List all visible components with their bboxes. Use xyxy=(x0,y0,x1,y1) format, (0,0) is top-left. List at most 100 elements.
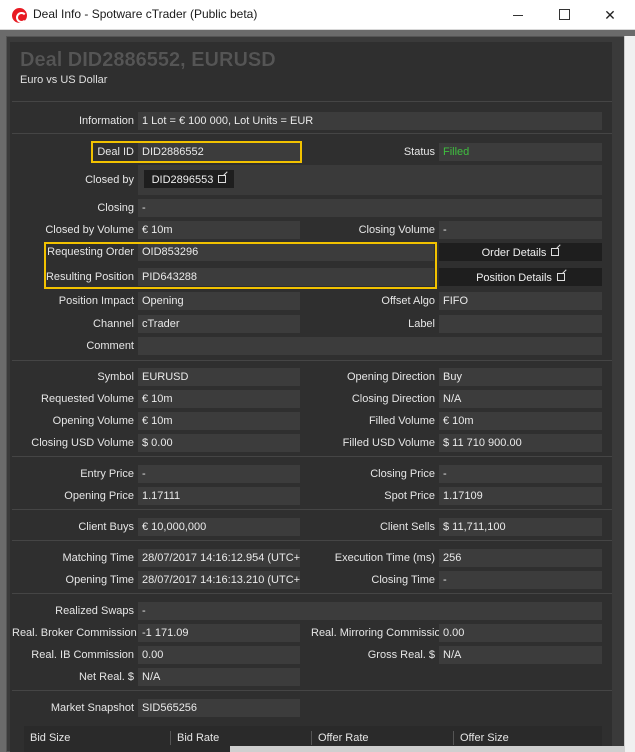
window-title: Deal Info - Spotware cTrader (Public bet… xyxy=(33,7,258,21)
filled-usd-volume-label: Filled USD Volume xyxy=(342,437,435,449)
real-broker-commission-label: Real. Broker Commission xyxy=(12,627,137,639)
divider xyxy=(12,360,612,361)
filled-volume-value: € 10m xyxy=(439,412,602,430)
matching-time-value: 28/07/2017 14:16:12.954 (UTC+3 xyxy=(138,549,300,567)
closing-direction-value: N/A xyxy=(439,390,602,408)
closed-by-deal-link[interactable]: DID2896553 xyxy=(144,170,234,188)
divider xyxy=(12,456,612,457)
opening-price-label: Opening Price xyxy=(64,490,134,502)
opening-time-value: 28/07/2017 14:16:13.210 (UTC+3 xyxy=(138,571,300,589)
channel-value: cTrader xyxy=(138,315,300,333)
ctrader-logo-icon xyxy=(12,8,27,23)
page-subtitle: Euro vs US Dollar xyxy=(20,74,108,86)
real-mirroring-commission-value: 0.00 xyxy=(439,624,602,642)
maximize-button[interactable] xyxy=(541,0,587,30)
spot-price-label: Spot Price xyxy=(384,490,435,502)
realized-swaps-label: Realized Swaps xyxy=(55,605,134,617)
closing-volume-label: Closing Volume xyxy=(358,224,435,236)
closing-price-label: Closing Price xyxy=(370,468,435,480)
opening-price-value: 1.17111 xyxy=(138,487,300,505)
order-details-label: Order Details xyxy=(481,247,547,259)
gross-real-label: Gross Real. $ xyxy=(367,649,435,661)
external-link-icon xyxy=(556,273,565,281)
client-sells-label: Client Sells xyxy=(379,521,435,533)
closed-by-volume-label: Closed by Volume xyxy=(45,224,134,236)
minimize-button[interactable] xyxy=(495,0,541,30)
opening-direction-label: Opening Direction xyxy=(346,371,435,383)
divider xyxy=(12,133,612,134)
divider xyxy=(12,101,612,102)
closing-value: - xyxy=(138,199,602,217)
execution-time-value: 256 xyxy=(439,549,602,567)
information-value: 1 Lot = € 100 000, Lot Units = EUR xyxy=(138,112,602,130)
divider xyxy=(12,593,612,594)
column-header-bid-rate[interactable]: Bid Rate xyxy=(171,731,312,745)
matching-time-label: Matching Time xyxy=(62,552,134,564)
real-ib-commission-label: Real. IB Commission xyxy=(31,649,134,661)
closed-by-label: Closed by xyxy=(85,174,134,186)
closing-usd-volume-value: $ 0.00 xyxy=(138,434,300,452)
channel-label: Channel xyxy=(93,318,134,330)
realized-swaps-value: - xyxy=(138,602,602,620)
comment-label: Comment xyxy=(86,340,134,352)
opening-volume-label: Opening Volume xyxy=(52,415,134,427)
vertical-scrollbar[interactable] xyxy=(624,36,635,752)
position-impact-value: Opening xyxy=(138,292,300,310)
market-snapshot-label: Market Snapshot xyxy=(50,702,134,714)
closed-by-link-label: DID2896553 xyxy=(151,174,214,186)
column-header-bid-size[interactable]: Bid Size xyxy=(24,731,171,745)
gross-real-value: N/A xyxy=(439,646,602,664)
offset-algo-label: Offset Algo xyxy=(381,295,435,307)
status-value: Filled xyxy=(439,143,602,161)
real-mirroring-commission-label: Real. Mirroring Commission xyxy=(311,627,447,639)
background-window-strip xyxy=(230,746,625,752)
divider xyxy=(12,509,612,510)
external-link-icon xyxy=(218,175,227,183)
status-label: Status xyxy=(403,146,435,158)
spot-price-value: 1.17109 xyxy=(439,487,602,505)
closing-direction-label: Closing Direction xyxy=(351,393,435,405)
real-ib-commission-value: 0.00 xyxy=(138,646,300,664)
opening-time-label: Opening Time xyxy=(65,574,134,586)
client-buys-value: € 10,000,000 xyxy=(138,518,300,536)
position-impact-label: Position Impact xyxy=(58,295,134,307)
closing-label: Closing xyxy=(97,202,134,214)
symbol-value: EURUSD xyxy=(138,368,300,386)
label-label: Label xyxy=(408,318,435,330)
market-snapshot-value: SID565256 xyxy=(138,699,300,717)
position-details-button[interactable]: Position Details xyxy=(439,268,602,286)
closing-time-value: - xyxy=(439,571,602,589)
page-title: Deal DID2886552, EURUSD xyxy=(20,49,276,71)
closing-time-label: Closing Time xyxy=(371,574,435,586)
closing-usd-volume-label: Closing USD Volume xyxy=(31,437,134,449)
offset-algo-value: FIFO xyxy=(439,292,602,310)
comment-value xyxy=(138,337,602,355)
entry-price-value: - xyxy=(138,465,300,483)
order-details-button[interactable]: Order Details xyxy=(439,243,602,261)
net-real-value: N/A xyxy=(138,668,300,686)
close-button[interactable]: ✕ xyxy=(587,0,633,30)
client-buys-label: Client Buys xyxy=(78,521,134,533)
position-details-label: Position Details xyxy=(476,272,552,284)
external-link-icon xyxy=(551,248,560,256)
column-header-offer-rate[interactable]: Offer Rate xyxy=(312,731,454,745)
closing-price-value: - xyxy=(439,465,602,483)
closing-volume-value: - xyxy=(439,221,602,239)
deal-id-highlight xyxy=(91,141,302,163)
information-label: Information xyxy=(78,115,134,127)
window-titlebar: Deal Info - Spotware cTrader (Public bet… xyxy=(0,0,635,30)
order-position-highlight xyxy=(44,242,437,289)
execution-time-label: Execution Time (ms) xyxy=(334,552,435,564)
symbol-label: Symbol xyxy=(97,371,134,383)
entry-price-label: Entry Price xyxy=(80,468,134,480)
closed-by-volume-value: € 10m xyxy=(138,221,300,239)
real-broker-commission-value: -1 171.09 xyxy=(138,624,300,642)
opening-volume-value: € 10m xyxy=(138,412,300,430)
filled-usd-volume-value: $ 11 710 900.00 xyxy=(439,434,602,452)
label-value xyxy=(439,315,602,333)
client-sells-value: $ 11,711,100 xyxy=(439,518,602,536)
divider xyxy=(12,690,612,691)
column-header-offer-size[interactable]: Offer Size xyxy=(454,731,602,745)
net-real-label: Net Real. $ xyxy=(78,671,134,683)
requested-volume-label: Requested Volume xyxy=(41,393,134,405)
